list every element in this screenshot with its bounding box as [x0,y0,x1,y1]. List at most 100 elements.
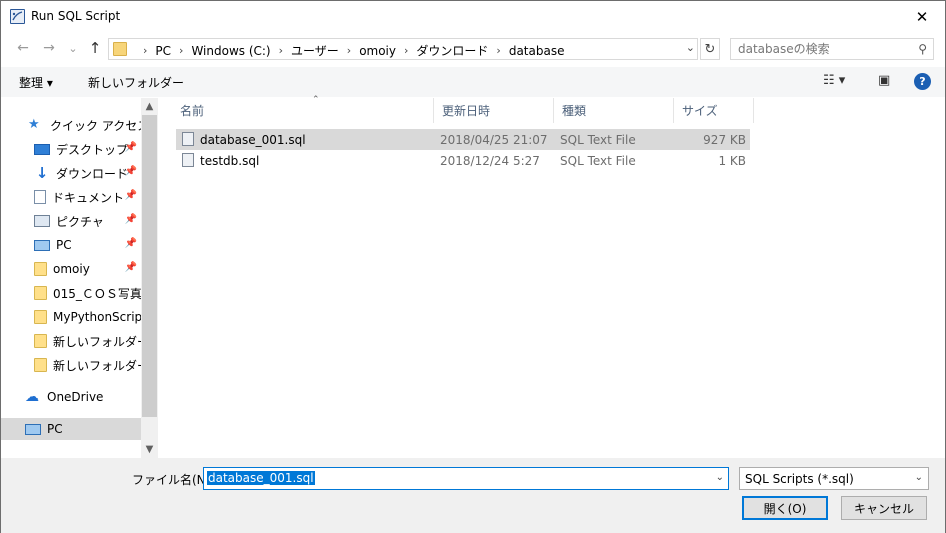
breadcrumb-item-users[interactable]: ユーザー [291,42,339,59]
search-input[interactable] [738,42,908,56]
breadcrumb-separator[interactable]: › [279,44,283,57]
navigation-bar: ← → ⌄ ↑ › PC › Windows (C:) › ユーザー › omo… [1,34,945,62]
organize-button[interactable]: 整理 ▾ [19,74,53,91]
close-icon[interactable]: ✕ [899,1,945,32]
breadcrumb-separator[interactable]: › [143,44,147,57]
breadcrumb-separator[interactable]: › [179,44,183,57]
breadcrumb-item-windows-c[interactable]: Windows (C:) [191,44,270,58]
sidebar-scrollbar[interactable]: ▲ ▼ [141,98,158,458]
new-folder-button[interactable]: 新しいフォルダー [88,74,184,91]
breadcrumb-separator[interactable]: › [347,44,351,57]
sidebar-item-label: MyPythonScript [53,310,141,324]
sidebar-item-documents[interactable]: ドキュメント 📌 [1,186,141,208]
address-bar[interactable]: › PC › Windows (C:) › ユーザー › omoiy › ダウン… [108,38,698,60]
column-header-date[interactable]: 更新日時 [434,98,554,123]
breadcrumb-item-downloads[interactable]: ダウンロード [416,42,488,59]
chevron-down-icon[interactable]: ⌄ [716,472,724,483]
breadcrumb-separator[interactable]: › [496,44,500,57]
chevron-down-icon[interactable]: ⌄ [915,472,923,483]
sidebar-item-cos-photos[interactable]: 015_ＣＯＳ写真 [1,282,141,304]
refresh-icon[interactable]: ↻ [700,38,720,60]
sidebar-item-label: 新しいフォルダー [53,334,141,349]
cancel-button[interactable]: キャンセル [841,496,927,520]
cloud-icon: ☁ [25,389,39,405]
file-date: 2018/12/24 5:27 [440,154,540,168]
filename-combobox[interactable]: database_001.sql ⌄ [203,467,729,490]
file-name: database_001.sql [200,133,306,147]
help-icon[interactable]: ? [914,73,931,90]
up-arrow-icon[interactable]: ↑ [85,38,105,58]
folder-icon [34,262,47,276]
view-options-icon[interactable]: ☷ ▾ [823,73,845,88]
column-header-label: サイズ [682,104,718,118]
address-history-chevron-icon[interactable]: ⌄ [686,41,695,54]
sidebar-item-onedrive[interactable]: ☁ OneDrive [1,386,141,408]
sidebar-item-label: ピクチャ [56,214,104,229]
sidebar-item-quick-access[interactable]: ★ クイック アクセス [1,114,141,136]
navigation-pane: ★ クイック アクセス デスクトップ 📌 ↓ ダウンロード 📌 ドキュメント 📌… [1,98,158,458]
sidebar-item-label: OneDrive [47,390,104,404]
folder-icon [34,310,47,324]
file-row[interactable]: database_001.sql 2018/04/25 21:07 SQL Te… [176,129,750,150]
breadcrumb-item-pc[interactable]: PC [155,44,171,58]
preview-pane-icon[interactable]: ▣ [878,73,890,88]
forward-arrow-icon[interactable]: → [39,38,59,58]
sidebar-item-downloads[interactable]: ↓ ダウンロード 📌 [1,162,141,184]
column-header-label: 更新日時 [442,104,491,118]
breadcrumb-item-omoiy[interactable]: omoiy [359,44,396,58]
sidebar-item-label: 新しいフォルダー (2 [53,358,141,373]
back-arrow-icon[interactable]: ← [13,38,33,58]
pin-icon: 📌 [124,166,137,177]
pin-icon: 📌 [124,214,137,225]
scrollbar-thumb[interactable] [142,115,157,417]
file-type-filter-value: SQL Scripts (*.sql) [745,472,854,486]
scroll-up-icon[interactable]: ▲ [141,98,158,115]
file-size: 927 KB [703,133,746,147]
sidebar-item-pc[interactable]: PC [1,418,141,440]
search-box[interactable]: ⚲ [730,38,934,60]
pin-icon: 📌 [124,142,137,153]
sidebar-item-label: クイック アクセス [50,118,141,133]
scroll-down-icon[interactable]: ▼ [141,441,158,458]
search-icon[interactable]: ⚲ [918,42,927,56]
run-sql-script-dialog: Run SQL Script ✕ ← → ⌄ ↑ › PC › Windows … [0,0,946,533]
folder-icon [34,286,47,300]
download-icon: ↓ [35,164,49,182]
column-header-name[interactable]: 名前 ⌃ [172,95,434,123]
sidebar-item-mypythonscript[interactable]: MyPythonScript [1,306,141,328]
sidebar-item-pictures[interactable]: ピクチャ 📌 [1,210,141,232]
file-type-filter-select[interactable]: SQL Scripts (*.sql) ⌄ [739,467,929,490]
star-icon: ★ [28,117,40,132]
pc-icon [34,239,50,251]
pin-icon: 📌 [124,238,137,249]
sidebar-item-label: デスクトップ [56,142,129,157]
breadcrumb-item-database[interactable]: database [509,44,565,58]
sidebar-item-label: ダウンロード [56,166,129,181]
pin-icon: 📌 [124,190,137,201]
column-header-type[interactable]: 種類 [554,98,674,123]
window-title: Run SQL Script [31,9,121,23]
sidebar-item-new-folder[interactable]: 新しいフォルダー [1,330,141,352]
folder-icon [113,42,127,56]
pc-icon [25,423,41,435]
sidebar-item-new-folder-2[interactable]: 新しいフォルダー (2 [1,354,141,376]
column-header-label: 名前 [180,104,205,118]
file-type: SQL Text File [560,154,636,168]
sql-file-icon [182,153,194,167]
sidebar-item-label: PC [47,422,63,436]
sidebar-item-label: 015_ＣＯＳ写真 [53,286,141,301]
file-row[interactable]: testdb.sql 2018/12/24 5:27 SQL Text File… [176,150,750,171]
breadcrumb-separator[interactable]: › [404,44,408,57]
filename-input[interactable]: database_001.sql [207,471,315,485]
sidebar-item-desktop[interactable]: デスクトップ 📌 [1,138,141,160]
sidebar-item-pc-quick[interactable]: PC 📌 [1,234,141,256]
folder-icon [34,334,47,348]
open-button[interactable]: 開く(O) [742,496,828,520]
recent-locations-chevron-icon[interactable]: ⌄ [63,38,83,58]
sidebar-item-label: ドキュメント [52,190,125,205]
file-type: SQL Text File [560,133,636,147]
sidebar-item-label: omoiy [53,262,90,276]
sidebar-item-omoiy[interactable]: omoiy 📌 [1,258,141,280]
column-header-size[interactable]: サイズ [674,98,754,123]
document-icon [34,190,46,204]
